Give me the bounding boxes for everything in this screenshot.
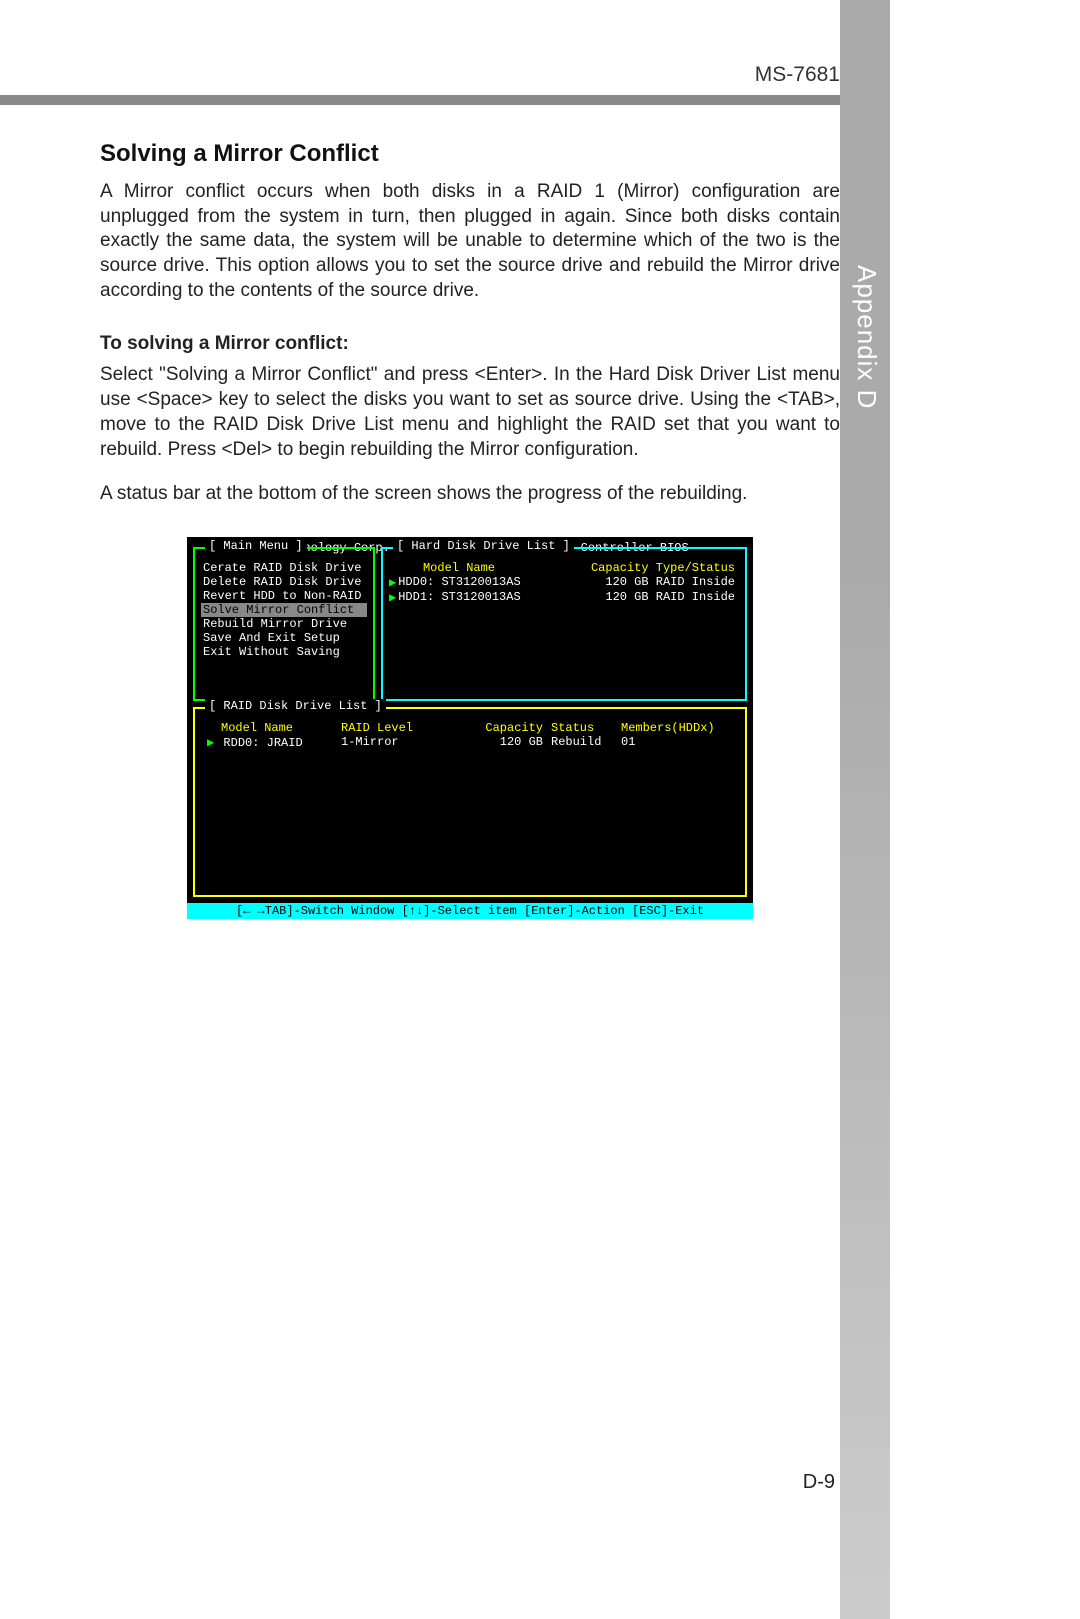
menu-item[interactable]: Rebuild Mirror Drive xyxy=(201,617,367,631)
section-title: Solving a Mirror Conflict xyxy=(100,140,840,168)
bios-footer: [← →TAB]-Switch Window [↑↓]-Select item … xyxy=(187,903,753,919)
hdd-capacity: 120 GB RAID Inside xyxy=(538,575,739,590)
raid-status: Rebuild xyxy=(551,735,621,750)
raid-col-level: RAID Level xyxy=(341,721,441,735)
paragraph-2: Select "Solving a Mirror Conflict" and p… xyxy=(100,363,840,462)
main-menu-panel: [ Main Menu ] Cerate RAID Disk DriveDele… xyxy=(193,547,375,701)
raid-col-members: Members(HDDx) xyxy=(621,721,739,735)
raid-list-legend: [ RAID Disk Drive List ] xyxy=(205,699,386,713)
hdd-list-panel: [ Hard Disk Drive List ] Model Name Capa… xyxy=(381,547,747,701)
hdd-col-cap: Capacity Type/Status xyxy=(529,561,739,575)
raid-model: ▶ RDD0: JRAID xyxy=(201,735,341,750)
arrow-icon: ▶ xyxy=(207,736,216,750)
paragraph-1: A Mirror conflict occurs when both disks… xyxy=(100,180,840,303)
raid-row[interactable]: ▶ RDD0: JRAID1-Mirror120 GBRebuild01 xyxy=(201,735,739,750)
menu-item[interactable]: Delete RAID Disk Drive xyxy=(201,575,367,589)
raid-list-panel: [ RAID Disk Drive List ] Model Name RAID… xyxy=(193,707,747,897)
hdd-header: Model Name Capacity Type/Status xyxy=(389,561,739,575)
header-divider xyxy=(0,95,840,105)
page-number: D-9 xyxy=(803,1471,835,1494)
raid-col-capacity: Capacity xyxy=(441,721,551,735)
raid-col-status: Status xyxy=(551,721,621,735)
menu-item[interactable]: Exit Without Saving xyxy=(201,645,367,659)
hdd-model: HDD0: ST3120013AS xyxy=(398,575,538,590)
raid-col-model: Model Name xyxy=(201,721,341,735)
arrow-icon: ▶ xyxy=(389,590,398,605)
sub-heading: To solving a Mirror conflict: xyxy=(100,333,840,355)
hdd-col-model: Model Name xyxy=(389,561,529,575)
menu-item[interactable]: Save And Exit Setup xyxy=(201,631,367,645)
appendix-label: Appendix D xyxy=(851,265,882,409)
paragraph-3: A status bar at the bottom of the screen… xyxy=(100,482,840,507)
menu-item[interactable]: Revert HDD to Non-RAID xyxy=(201,589,367,603)
hdd-row[interactable]: ▶HDD0: ST3120013AS120 GB RAID Inside xyxy=(389,575,739,590)
arrow-icon: ▶ xyxy=(389,575,398,590)
raid-capacity: 120 GB xyxy=(441,735,551,750)
bios-screenshot: JMicron Technology Corp. PCIE-to-SATAII/… xyxy=(187,537,753,919)
raid-level: 1-Mirror xyxy=(341,735,441,750)
main-menu-legend: [ Main Menu ] xyxy=(205,539,307,553)
hdd-capacity: 120 GB RAID Inside xyxy=(538,590,739,605)
doc-code: MS-7681 xyxy=(755,63,840,87)
hdd-list-legend: [ Hard Disk Drive List ] xyxy=(393,539,574,553)
raid-members: 01 xyxy=(621,735,739,750)
main-content: Solving a Mirror Conflict A Mirror confl… xyxy=(100,140,840,919)
menu-item[interactable]: Solve Mirror Conflict xyxy=(201,603,367,617)
menu-item[interactable]: Cerate RAID Disk Drive xyxy=(201,561,367,575)
raid-header: Model Name RAID Level Capacity Status Me… xyxy=(201,721,739,735)
hdd-model: HDD1: ST3120013AS xyxy=(398,590,538,605)
side-tab xyxy=(840,0,890,1619)
hdd-row[interactable]: ▶HDD1: ST3120013AS120 GB RAID Inside xyxy=(389,590,739,605)
